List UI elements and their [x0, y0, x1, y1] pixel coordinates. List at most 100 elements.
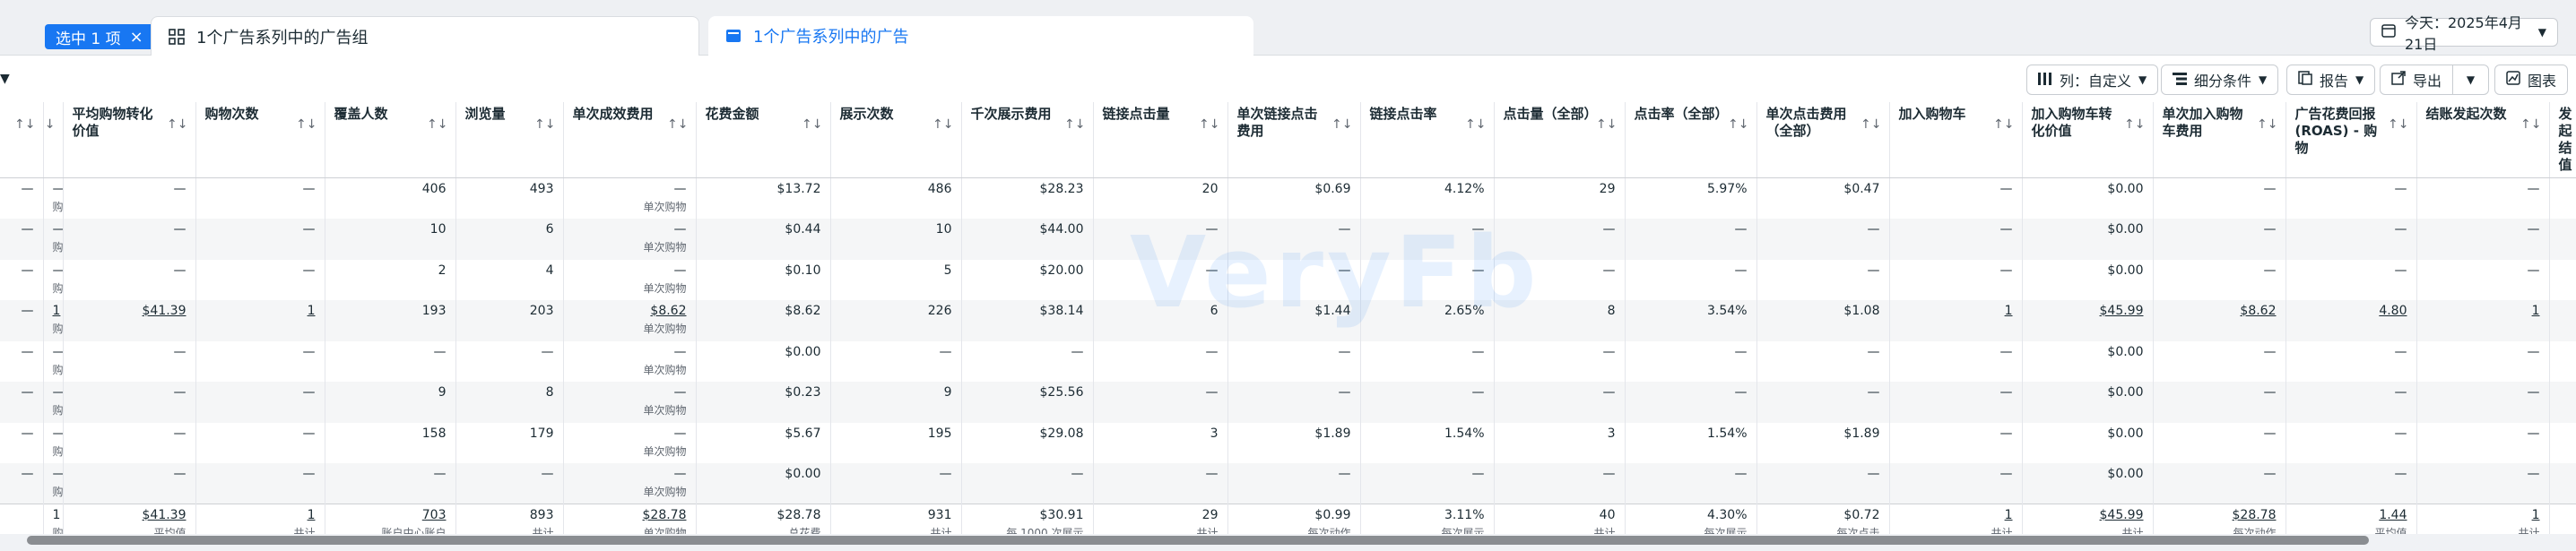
sort-icon[interactable]: ↑↓: [427, 116, 447, 133]
column-header[interactable]: 千次展示费用 ↑↓: [961, 102, 1094, 178]
cell-value[interactable]: $28.78: [2163, 507, 2277, 523]
sort-icon[interactable]: ↑↓: [2124, 116, 2145, 133]
table-cell[interactable]: $28.78 单次购物: [563, 504, 697, 534]
column-header[interactable]: 点击率（全部） ↑↓: [1625, 102, 1757, 178]
table-row[interactable]: — — 购物 — — 158 179 — 单次购物 $5.67 195 $29.08 3 $1.89 1.5…: [0, 422, 2576, 463]
sort-icon[interactable]: ↑↓: [802, 116, 822, 133]
cell-value[interactable]: 1: [2426, 507, 2540, 523]
column-header[interactable]: 点击量（全部） ↑↓: [1494, 102, 1626, 178]
column-header[interactable]: 链接点击量 ↑↓: [1093, 102, 1228, 178]
selection-badge[interactable]: 选中 1 项 ×: [45, 24, 154, 49]
cell-value[interactable]: $8.62: [2163, 303, 2276, 319]
columns-button[interactable]: 列：自定义 ▼: [2026, 65, 2159, 95]
sort-icon[interactable]: ↑↓: [1993, 116, 2014, 133]
sort-icon[interactable]: ↑↓: [667, 116, 688, 133]
cell-value[interactable]: $45.99: [2032, 507, 2144, 523]
horizontal-scrollbar[interactable]: [27, 536, 2369, 545]
column-header[interactable]: 展示次数 ↑↓: [830, 102, 962, 178]
sort-icon[interactable]: ↑↓: [43, 116, 56, 133]
tab-ads[interactable]: 1个广告系列中的广告: [708, 16, 1253, 56]
chart-button[interactable]: 图表: [2494, 65, 2569, 95]
column-header[interactable]: 覆盖人数 ↑↓: [325, 102, 456, 178]
cell-value[interactable]: 1: [205, 303, 316, 319]
table-row[interactable]: — — 购物 — — 406 493 — 单次购物 $13.72 486 $28.23 20 $0.69 4…: [0, 177, 2576, 219]
cell-value[interactable]: $28.78: [573, 507, 687, 523]
breakdown-button[interactable]: 细分条件 ▼: [2161, 65, 2279, 95]
table-row[interactable]: — — 购物 — — 10 6 — 单次购物 $0.44 10 $44.00 — — — — — — — $0.00 —…: [0, 219, 2576, 260]
column-header[interactable]: 花费金额 ↑↓: [696, 102, 831, 178]
table-row[interactable]: — — 购物 — — 2 4 — 单次购物 $0.10 5 $20.00 — — — — — — — $0.00 — — —: [0, 259, 2576, 300]
table-cell[interactable]: 1.44 平均值: [2285, 504, 2417, 534]
column-header[interactable]: ↑↓: [43, 102, 64, 178]
cell-value[interactable]: 1: [53, 303, 61, 319]
table-row[interactable]: — 1 购物 $41.39 1 193 203 $8.62 单次购物 $8.62 226 $38.14…: [0, 300, 2576, 341]
cell-value[interactable]: $45.99: [2032, 303, 2144, 319]
sort-icon[interactable]: ↑↓: [534, 116, 555, 133]
table-row[interactable]: — — 购物 — — — — — 单次购物 $0.00 — — — — — — — — — $0.00 — — —: [0, 463, 2576, 504]
column-header[interactable]: 单次点击费用（全部） ↑↓: [1756, 102, 1890, 178]
table-cell[interactable]: 1: [1889, 300, 2023, 341]
table-cell[interactable]: 4.80: [2285, 300, 2417, 341]
column-header[interactable]: 发起结值: [2549, 102, 2576, 178]
cell-value[interactable]: 1: [2426, 303, 2540, 319]
tab-ad-sets[interactable]: 1个广告系列中的广告组: [151, 16, 699, 56]
column-header[interactable]: 单次加入购物车费用 ↑↓: [2153, 102, 2286, 178]
table-cell[interactable]: $8.62: [2153, 300, 2286, 341]
table-cell[interactable]: 703 账户中心账户: [325, 504, 456, 534]
sort-icon[interactable]: ↑↓: [167, 116, 187, 133]
table-cell[interactable]: 1 共计: [195, 504, 325, 534]
table-cell[interactable]: 1 共计: [1889, 504, 2023, 534]
export-button[interactable]: 导出: [2380, 65, 2453, 95]
column-header[interactable]: 单次成效费用 ↑↓: [563, 102, 697, 178]
sort-icon[interactable]: ↑↓: [932, 116, 953, 133]
export-dropdown-button[interactable]: ▼: [2453, 65, 2489, 95]
table-cell[interactable]: 1 共计: [2416, 504, 2550, 534]
column-header[interactable]: 购物次数 ↑↓: [195, 102, 325, 178]
column-header[interactable]: 平均购物转化价值 ↑↓: [63, 102, 196, 178]
table-cell[interactable]: 1: [2416, 300, 2550, 341]
table-cell[interactable]: $41.39 平均值: [63, 504, 196, 534]
column-header[interactable]: 链接点击率 ↑↓: [1360, 102, 1495, 178]
sort-icon[interactable]: ↑↓: [1199, 116, 1219, 133]
sort-icon[interactable]: ↑↓: [1064, 116, 1085, 133]
sort-icon[interactable]: ↑↓: [14, 116, 35, 133]
sort-icon[interactable]: ↑↓: [1596, 116, 1617, 133]
sort-icon[interactable]: ↑↓: [2388, 116, 2408, 133]
sort-icon[interactable]: ↑↓: [296, 116, 317, 133]
column-header[interactable]: 广告花费回报 (ROAS) - 购物 ↑↓: [2285, 102, 2417, 178]
sort-icon[interactable]: ↑↓: [1728, 116, 1748, 133]
sort-icon[interactable]: ↑↓: [1860, 116, 1881, 133]
column-header[interactable]: 加入购物车 ↑↓: [1889, 102, 2023, 178]
cell-value[interactable]: $8.62: [573, 303, 686, 319]
sort-icon[interactable]: ↑↓: [2257, 116, 2277, 133]
column-header[interactable]: 加入购物车转化价值 ↑↓: [2022, 102, 2154, 178]
table-cell[interactable]: $41.39: [63, 300, 196, 341]
table-cell[interactable]: 1 购物: [43, 300, 64, 341]
sort-icon[interactable]: ↑↓: [2520, 116, 2541, 133]
table-row[interactable]: — — 购物 — — 9 8 — 单次购物 $0.23 9 $25.56 — — — — — — — $0.00 — — —: [0, 382, 2576, 423]
column-header[interactable]: 单次链接点击费用 ↑↓: [1227, 102, 1361, 178]
table-cell[interactable]: $45.99: [2022, 300, 2154, 341]
cell-value[interactable]: 1: [205, 507, 316, 523]
cell-value[interactable]: 1: [1899, 507, 2013, 523]
table-cell[interactable]: $8.62 单次购物: [563, 300, 697, 341]
clear-selection-icon[interactable]: ×: [130, 28, 143, 47]
date-range-picker[interactable]: 今天：2025年4月21日 ▼: [2370, 14, 2558, 53]
cell-value[interactable]: 1: [1899, 303, 2013, 319]
cell-value[interactable]: 4.80: [2295, 303, 2407, 319]
cell-value[interactable]: 703: [334, 507, 447, 523]
column-header[interactable]: 浏览量 ↑↓: [455, 102, 564, 178]
cell-value[interactable]: $41.39: [73, 303, 186, 319]
cell-value[interactable]: $41.39: [73, 507, 186, 523]
column-header[interactable]: 结账发起次数 ↑↓: [2416, 102, 2550, 178]
cell-value[interactable]: 1.44: [2295, 507, 2407, 523]
table-row[interactable]: — — 购物 — — — — — 单次购物 $0.00 — — — — — — — — — $0.00 — — —: [0, 340, 2576, 382]
report-button[interactable]: 报告 ▼: [2286, 65, 2376, 95]
table-cell[interactable]: 1: [195, 300, 325, 341]
sort-icon[interactable]: ↑↓: [1331, 116, 1352, 133]
sort-icon[interactable]: ↑↓: [1465, 116, 1486, 133]
table-cell[interactable]: $28.78 每次动作: [2153, 504, 2286, 534]
table-cell[interactable]: $45.99 共计: [2022, 504, 2154, 534]
column-header[interactable]: ↑↓: [0, 102, 44, 178]
caret-down-icon[interactable]: ▼: [0, 72, 10, 86]
